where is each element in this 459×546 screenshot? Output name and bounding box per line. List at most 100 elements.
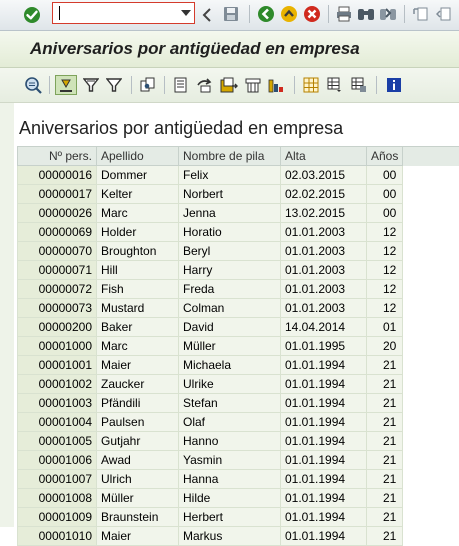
cell-alta[interactable]: 01.01.2003 [280,241,367,261]
cell-apellido[interactable]: Pfändili [96,393,179,413]
cell-pernr[interactable]: 00001009 [17,507,97,527]
triangle-left-icon[interactable] [200,6,214,24]
layout-choose-icon[interactable] [325,75,345,95]
cell-nombre[interactable]: Michaela [178,355,281,375]
table-row[interactable]: 00001005 Gutjahr Hanno 01.01.1994 21 [17,431,404,451]
cell-alta[interactable]: 01.01.1994 [280,355,367,375]
cell-anos[interactable]: 12 [365,241,404,261]
table-row[interactable]: 00000026 Marc Jenna 13.02.2015 00 [17,203,404,223]
cell-apellido[interactable]: Mustard [96,298,179,318]
column-header-anos[interactable]: Años [365,146,404,166]
cell-alta[interactable]: 02.02.2015 [280,184,367,204]
cell-apellido[interactable]: Maier [96,355,179,375]
table-row[interactable]: 00000069 Holder Horatio 01.01.2003 12 [17,222,404,242]
table-row[interactable]: 00001010 Maier Markus 01.01.1994 21 [17,526,404,546]
cell-anos[interactable]: 21 [365,431,404,451]
cell-alta[interactable]: 01.01.2003 [280,260,367,280]
cell-apellido[interactable]: Dommer [96,165,179,185]
table-row[interactable]: 00001008 Müller Hilde 01.01.1994 21 [17,488,404,508]
cell-pernr[interactable]: 00000070 [17,241,97,261]
cell-alta[interactable]: 01.01.1994 [280,450,367,470]
command-field[interactable] [52,2,195,24]
details-icon[interactable] [23,75,43,95]
cell-nombre[interactable]: Felix [178,165,281,185]
cell-pernr[interactable]: 00000026 [17,203,97,223]
cell-apellido[interactable]: Holder [96,222,179,242]
table-row[interactable]: 00000200 Baker David 14.04.2014 01 [17,317,404,337]
cell-apellido[interactable]: Awad [96,450,179,470]
cell-nombre[interactable]: Norbert [178,184,281,204]
cell-pernr[interactable]: 00000072 [17,279,97,299]
alv-grid[interactable]: Nº pers. Apellido Nombre de pila Alta Añ… [17,146,404,546]
find-next-icon[interactable] [378,4,398,24]
cell-pernr[interactable]: 00001000 [17,336,97,356]
cell-anos[interactable]: 21 [365,507,404,527]
cell-anos[interactable]: 01 [365,317,404,337]
back-green-icon[interactable] [256,4,276,24]
table-row[interactable]: 00001003 Pfändili Stefan 01.01.1994 21 [17,393,404,413]
cell-nombre[interactable]: Müller [178,336,281,356]
cell-alta[interactable]: 01.01.1994 [280,374,367,394]
cell-alta[interactable]: 01.01.1994 [280,507,367,527]
table-row[interactable]: 00000016 Dommer Felix 02.03.2015 00 [17,165,404,185]
export-icon[interactable] [194,75,216,95]
cell-nombre[interactable]: Yasmin [178,450,281,470]
cell-anos[interactable]: 12 [365,279,404,299]
table-row[interactable]: 00000073 Mustard Colman 01.01.2003 12 [17,298,404,318]
cell-nombre[interactable]: Stefan [178,393,281,413]
cell-pernr[interactable]: 00001008 [17,488,97,508]
cell-nombre[interactable]: Hanna [178,469,281,489]
cell-alta[interactable]: 01.01.1994 [280,412,367,432]
cell-anos[interactable]: 00 [365,203,404,223]
cell-anos[interactable]: 12 [365,298,404,318]
cell-nombre[interactable]: Markus [178,526,281,546]
mail-icon[interactable] [243,75,263,95]
cell-alta[interactable]: 14.04.2014 [280,317,367,337]
cell-apellido[interactable]: Fish [96,279,179,299]
column-header-alta[interactable]: Alta [280,146,367,166]
change-layout-icon[interactable] [138,75,158,95]
cell-alta[interactable]: 13.02.2015 [280,203,367,223]
cell-alta[interactable]: 01.01.1994 [280,393,367,413]
cell-nombre[interactable]: Horatio [178,222,281,242]
cell-nombre[interactable]: Herbert [178,507,281,527]
filter-icon[interactable] [81,75,101,95]
cell-pernr[interactable]: 00001003 [17,393,97,413]
table-row[interactable]: 00001006 Awad Yasmin 01.01.1994 21 [17,450,404,470]
select-icon[interactable] [55,75,77,95]
cell-alta[interactable]: 01.01.2003 [280,298,367,318]
cell-nombre[interactable]: Hanno [178,431,281,451]
cell-alta[interactable]: 01.01.1995 [280,336,367,356]
exit-icon[interactable] [279,4,299,24]
cell-anos[interactable]: 21 [365,488,404,508]
cell-pernr[interactable]: 00000073 [17,298,97,318]
cell-apellido[interactable]: Kelter [96,184,179,204]
chevron-down-icon[interactable] [181,10,191,16]
cell-apellido[interactable]: Zaucker [96,374,179,394]
print-icon[interactable] [334,4,354,24]
column-header-pernr[interactable]: Nº pers. [17,146,97,166]
cell-alta[interactable]: 01.01.1994 [280,526,367,546]
local-file-icon[interactable] [218,75,240,95]
cell-pernr[interactable]: 00001002 [17,374,97,394]
cell-anos[interactable]: 21 [365,374,404,394]
cell-alta[interactable]: 01.01.1994 [280,488,367,508]
cell-apellido[interactable]: Gutjahr [96,431,179,451]
cancel-icon[interactable] [302,4,322,24]
cell-pernr[interactable]: 00000071 [17,260,97,280]
cell-pernr[interactable]: 00000069 [17,222,97,242]
cell-anos[interactable]: 21 [365,412,404,432]
cell-pernr[interactable]: 00001004 [17,412,97,432]
check-icon[interactable] [22,5,42,25]
layout-grid-icon[interactable] [301,75,321,95]
cell-apellido[interactable]: Maier [96,526,179,546]
prev-page-icon[interactable] [434,4,454,24]
cell-apellido[interactable]: Braunstein [96,507,179,527]
cell-anos[interactable]: 00 [365,165,404,185]
cell-anos[interactable]: 20 [365,336,404,356]
cell-apellido[interactable]: Hill [96,260,179,280]
cell-nombre[interactable]: Hilde [178,488,281,508]
cell-nombre[interactable]: Freda [178,279,281,299]
cell-anos[interactable]: 12 [365,222,404,242]
cell-anos[interactable]: 21 [365,393,404,413]
